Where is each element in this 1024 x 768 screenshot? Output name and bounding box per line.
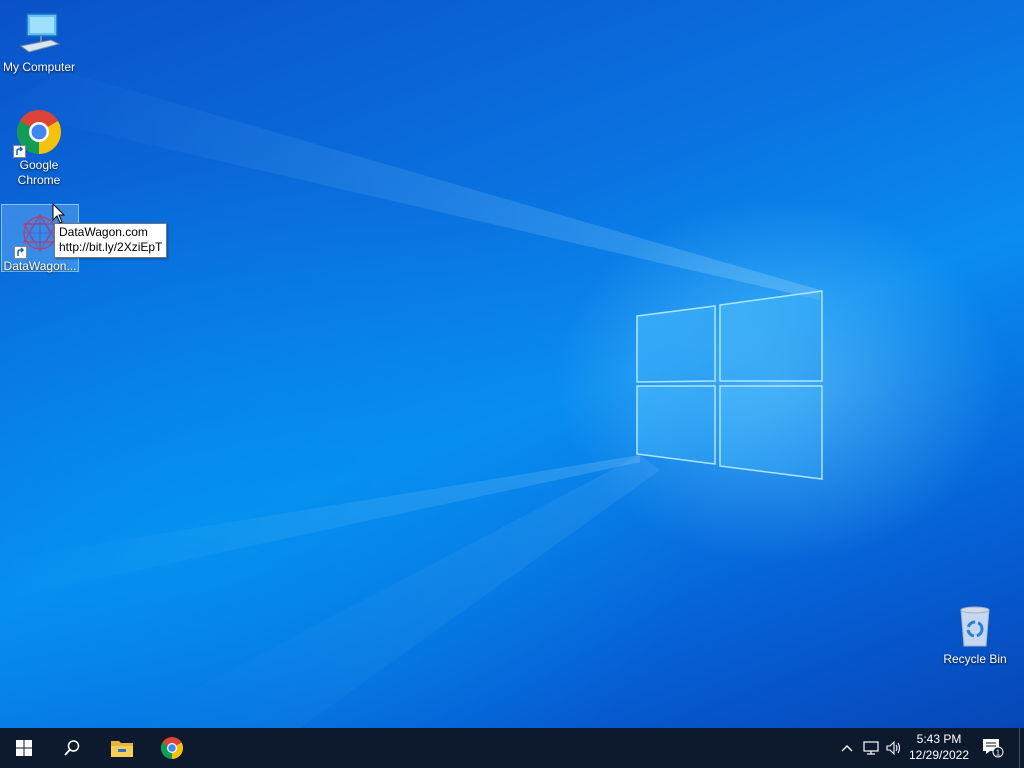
desktop-icon-label: DataWagon... bbox=[3, 259, 77, 273]
shortcut-tooltip: DataWagon.com http://bit.ly/2XziEpT bbox=[54, 223, 168, 258]
start-icon bbox=[16, 740, 32, 756]
desktop-icon-label: My Computer bbox=[2, 60, 76, 74]
recycle-bin-icon bbox=[951, 602, 999, 650]
desktop-icon-recycle-bin[interactable]: Recycle Bin bbox=[936, 598, 1014, 667]
clock-date: 12/29/2022 bbox=[908, 748, 970, 762]
start-button[interactable] bbox=[0, 728, 48, 768]
action-center-button[interactable]: 1 bbox=[980, 728, 1006, 768]
desktop-icon-label: Google Chrome bbox=[17, 158, 61, 187]
network-button[interactable] bbox=[860, 728, 882, 768]
desktop-icon-google-chrome[interactable]: Google Chrome bbox=[0, 104, 78, 188]
notification-count-badge: 1 bbox=[996, 749, 1001, 758]
mouse-cursor-icon bbox=[52, 203, 66, 224]
desktop[interactable]: My Computer Google Chrome DataWagon... R… bbox=[0, 0, 1024, 728]
file-explorer-button[interactable] bbox=[98, 728, 146, 768]
search-button[interactable] bbox=[48, 728, 96, 768]
clock-button[interactable]: 5:43 PM 12/29/2022 bbox=[902, 728, 976, 768]
tooltip-line-title: DataWagon.com bbox=[59, 225, 148, 239]
show-desktop-button[interactable] bbox=[1019, 728, 1024, 768]
search-icon bbox=[64, 740, 80, 756]
shortcut-arrow-icon bbox=[14, 246, 27, 259]
network-icon bbox=[863, 741, 879, 755]
notification-icon: 1 bbox=[983, 739, 1004, 758]
shortcut-arrow-icon bbox=[13, 145, 26, 158]
taskbar: 5:43 PM 12/29/2022 1 bbox=[0, 728, 1024, 768]
desktop-icon-my-computer[interactable]: My Computer bbox=[0, 6, 78, 75]
chevron-up-icon bbox=[841, 745, 853, 752]
show-hidden-icons-button[interactable] bbox=[836, 728, 858, 768]
file-explorer-icon bbox=[111, 741, 133, 757]
windows-wallpaper-logo bbox=[0, 70, 823, 728]
chrome-icon bbox=[161, 737, 183, 759]
volume-icon bbox=[886, 741, 901, 755]
clock-time: 5:43 PM bbox=[916, 732, 962, 746]
taskbar-chrome-button[interactable] bbox=[148, 728, 196, 768]
tooltip-line-url: http://bit.ly/2XziEpT bbox=[59, 240, 163, 254]
computer-icon bbox=[15, 10, 63, 58]
desktop-icon-label: Recycle Bin bbox=[943, 652, 1007, 666]
chrome-icon bbox=[13, 108, 63, 158]
